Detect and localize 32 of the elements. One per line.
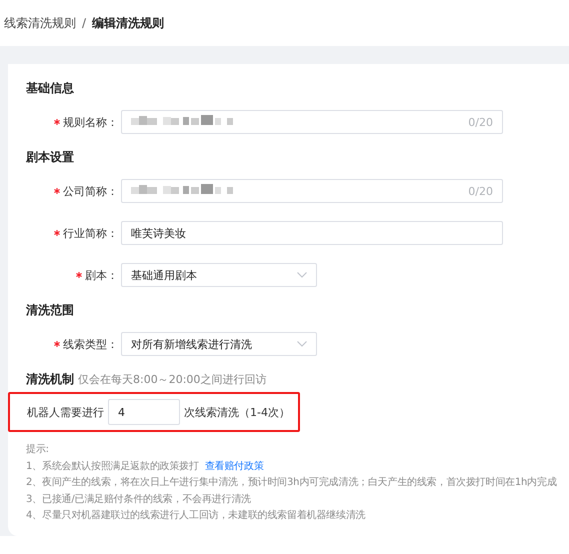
tip-text: 2、夜间产生的线索，将在次日上午进行集中清洗，预计时间3h内可完成清洗；白天产生的线索，首次拨打时间在1h内完成 — [26, 477, 557, 488]
field-value: 基础通用剧本 — [131, 268, 197, 282]
section-heading: 基础信息 — [26, 80, 75, 96]
breadcrumb-separator: / — [82, 16, 86, 30]
chevron-down-icon — [297, 341, 307, 347]
select-field[interactable]: 基础通用剧本 — [121, 263, 317, 287]
tip-text: 3、已接通/已满足赔付条件的线索，不会再进行清洗 — [26, 494, 251, 504]
field-label: 公司简称： — [63, 184, 118, 198]
input-field[interactable]: 唯芙诗美妆 — [121, 221, 503, 245]
char-counter: 0/20 — [468, 184, 493, 198]
input-field[interactable]: 4 — [108, 399, 180, 425]
field-label: 线索类型： — [63, 336, 118, 352]
breadcrumb-item: 编辑清洗规则 — [92, 14, 164, 32]
select-field[interactable]: 对所有新增线索进行清洗 — [121, 332, 317, 356]
field-label: 行业简称： — [63, 226, 118, 240]
policy-link[interactable]: 查看赔付政策 — [204, 460, 264, 472]
char-counter: 0/20 — [468, 116, 493, 128]
section-heading: 清洗范围 — [26, 302, 75, 318]
tips-title: 提示: — [26, 444, 50, 456]
tip-text: 4、尽量只对机器建联过的线索进行人工回访，未建联的线索留着机器继续清洗 — [26, 510, 366, 521]
field-value: 对所有新增线索进行清洗 — [131, 338, 252, 350]
field-value: 唯芙诗美妆 — [131, 226, 186, 240]
section-heading: 剧本设置 — [26, 149, 75, 165]
field-label: 规则名称： — [63, 114, 118, 130]
tip-text: 1、系统会默认按照满足返款的政策拨打 — [26, 460, 199, 472]
field-suffix: 次线索清洗（1-4次） — [184, 404, 290, 420]
chevron-down-icon — [297, 272, 307, 278]
field-label: 剧本： — [85, 268, 118, 282]
breadcrumb-item[interactable]: 线索清洗规则 — [4, 14, 76, 32]
field-label: 机器人需要进行 — [27, 404, 104, 420]
section-note: 仅会在每天8:00～20:00之间进行回访 — [78, 372, 266, 386]
section-heading: 清洗机制 — [26, 371, 74, 387]
